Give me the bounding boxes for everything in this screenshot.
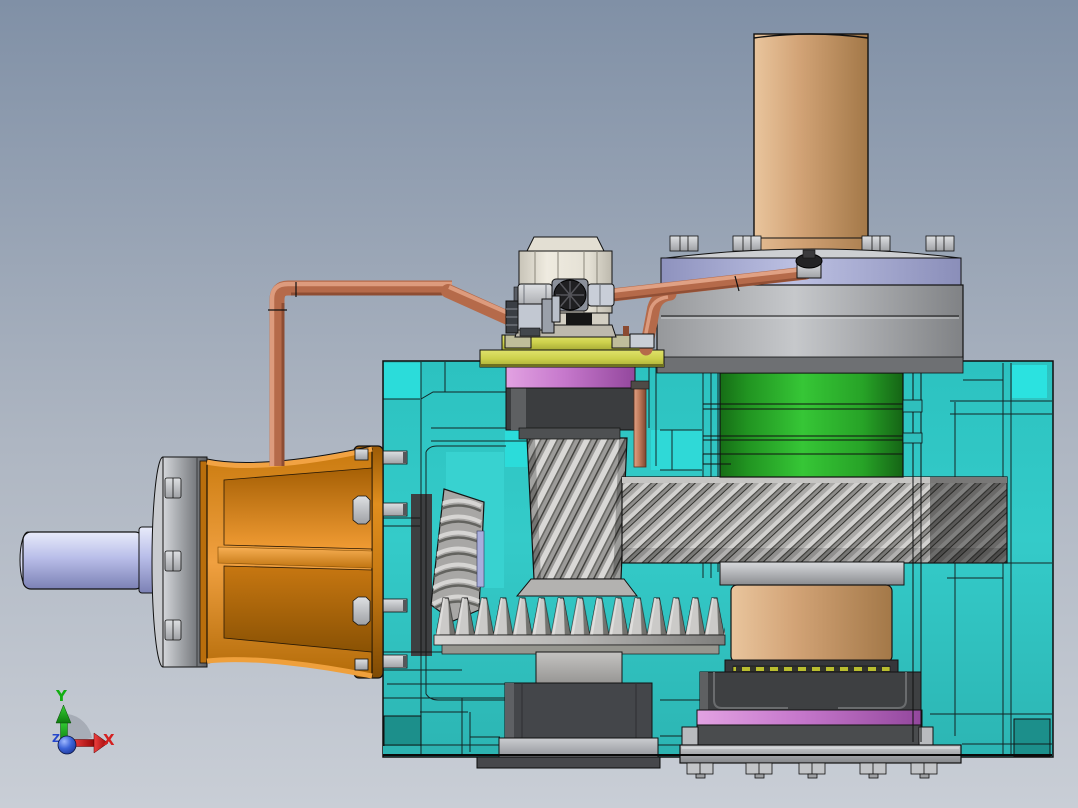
housing-bright-panel (384, 363, 421, 399)
tube-nut (630, 380, 650, 390)
upper-bearing-block[interactable] (505, 387, 639, 440)
clamp-handle (551, 295, 561, 323)
drum-body (656, 284, 964, 360)
housing-pocket (1013, 718, 1051, 757)
crown-rim (433, 634, 726, 646)
housing-bright-panel (651, 430, 703, 470)
cover-dark-edge (480, 364, 664, 367)
bearing-base-plate (476, 756, 661, 769)
hex-fitting-right (587, 283, 615, 307)
cad-viewport[interactable]: Z Y X (0, 0, 1078, 808)
oil-tube-internal (633, 386, 647, 468)
clamp-body (517, 303, 543, 331)
vertical-pinion-shaft[interactable] (515, 437, 639, 597)
output-gear-hub-green[interactable] (719, 372, 904, 478)
y-axis-label: Y (55, 687, 68, 705)
output-helical-gear[interactable] (621, 476, 1008, 564)
block-highlight (511, 388, 526, 430)
bearing-block (699, 671, 922, 713)
clamp-base (519, 327, 541, 337)
gear-spacer-collar (719, 561, 905, 586)
block-highlight (700, 672, 708, 712)
elbow-hex (629, 333, 655, 349)
output-shaft-lower[interactable] (719, 561, 905, 675)
gear-bottom-shade (622, 548, 1007, 563)
hub-pedestal (535, 651, 623, 685)
bearing-drum (504, 682, 653, 739)
drum-highlight (505, 683, 514, 738)
upper-seal-ring[interactable] (505, 366, 636, 389)
cone-panel-upper (223, 467, 373, 550)
z-origin-sphere[interactable] (57, 735, 77, 755)
x-axis-label: X (103, 731, 115, 749)
pipe-pin (623, 326, 629, 336)
bearing-lower-band (696, 724, 923, 747)
crown-gear[interactable] (433, 596, 726, 655)
drum-bottom-strip (656, 356, 964, 374)
cad-render: Z Y X (0, 0, 1078, 808)
shaft-sliver (476, 530, 485, 588)
input-shaft[interactable] (22, 531, 144, 590)
output-shaft-upper[interactable] (753, 33, 869, 240)
block-step (518, 427, 621, 440)
lower-output-bearing[interactable] (679, 671, 962, 779)
lower-seal-ring[interactable] (696, 709, 923, 726)
housing-bright-panel (1012, 365, 1047, 398)
shaft-flare (515, 578, 639, 597)
shim-gasket (732, 665, 891, 673)
side-tab (681, 726, 699, 747)
cone-panel-lower (223, 565, 373, 653)
